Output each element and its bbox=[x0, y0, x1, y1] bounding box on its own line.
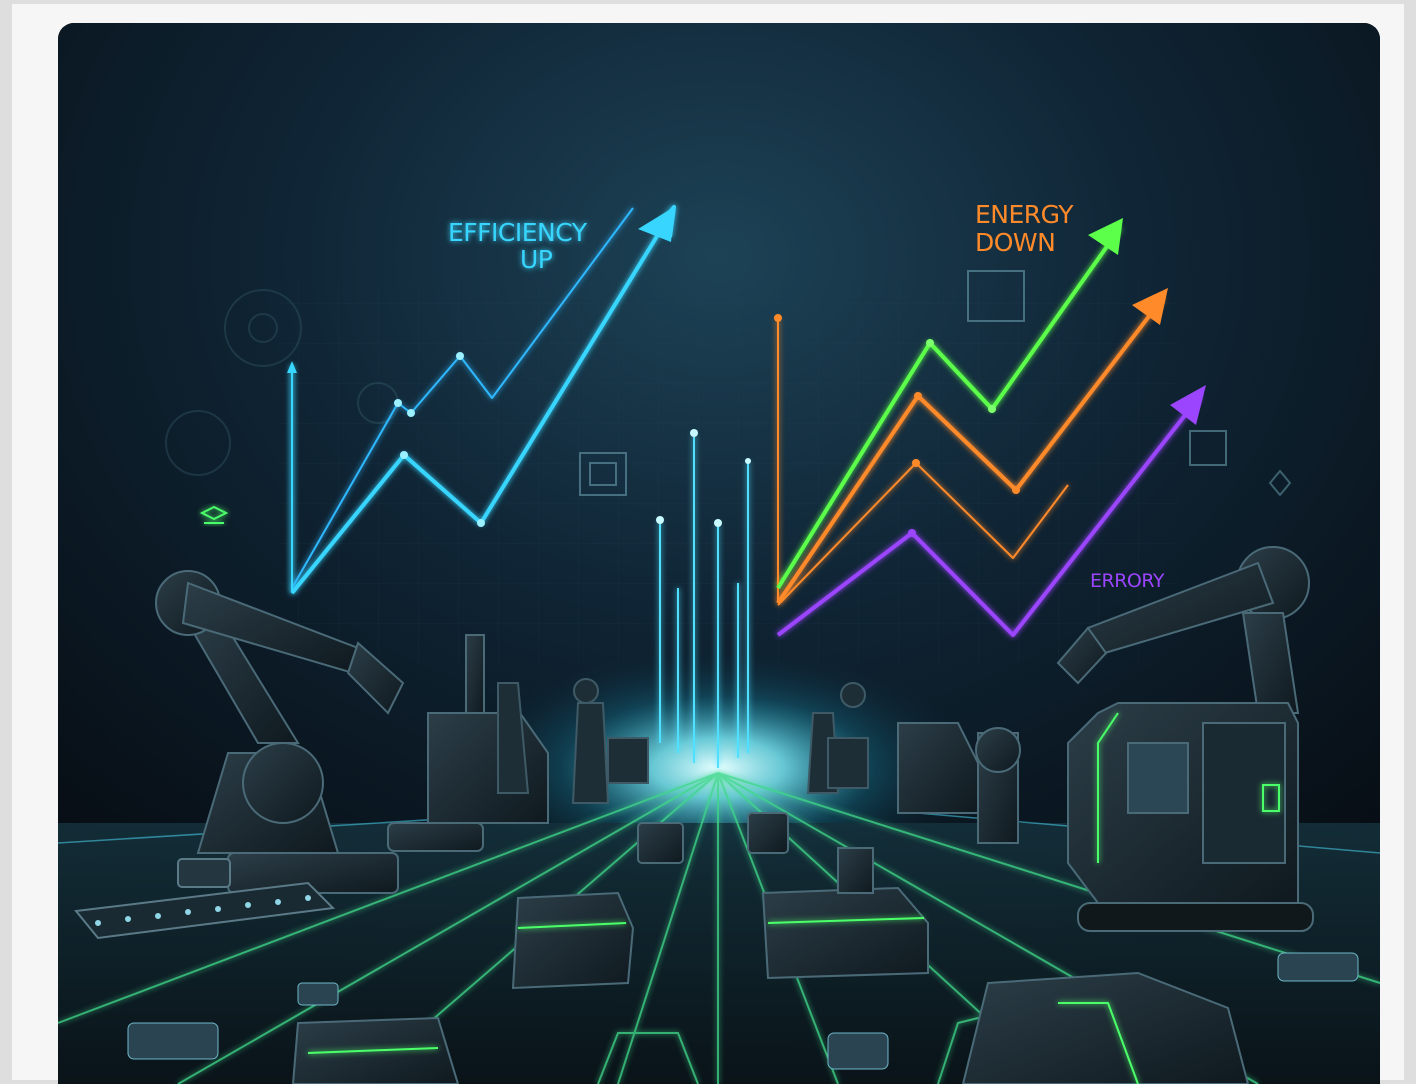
efficiency-label-line1: EFFICIENCY bbox=[448, 218, 588, 247]
screenshot-frame: EFFICIENCY UP ENERGY DOWN ERRORY bbox=[12, 4, 1404, 1084]
factory-illustration: EFFICIENCY UP ENERGY DOWN ERRORY bbox=[58, 23, 1380, 1084]
error-label: ERRORY bbox=[1090, 570, 1165, 592]
energy-label-line2: DOWN bbox=[975, 228, 1055, 257]
right-machine bbox=[1067, 702, 1314, 932]
image-card: EFFICIENCY UP ENERGY DOWN ERRORY bbox=[58, 23, 1380, 1084]
efficiency-label-line2: UP bbox=[520, 245, 553, 274]
energy-label-line1: ENERGY bbox=[975, 200, 1074, 229]
